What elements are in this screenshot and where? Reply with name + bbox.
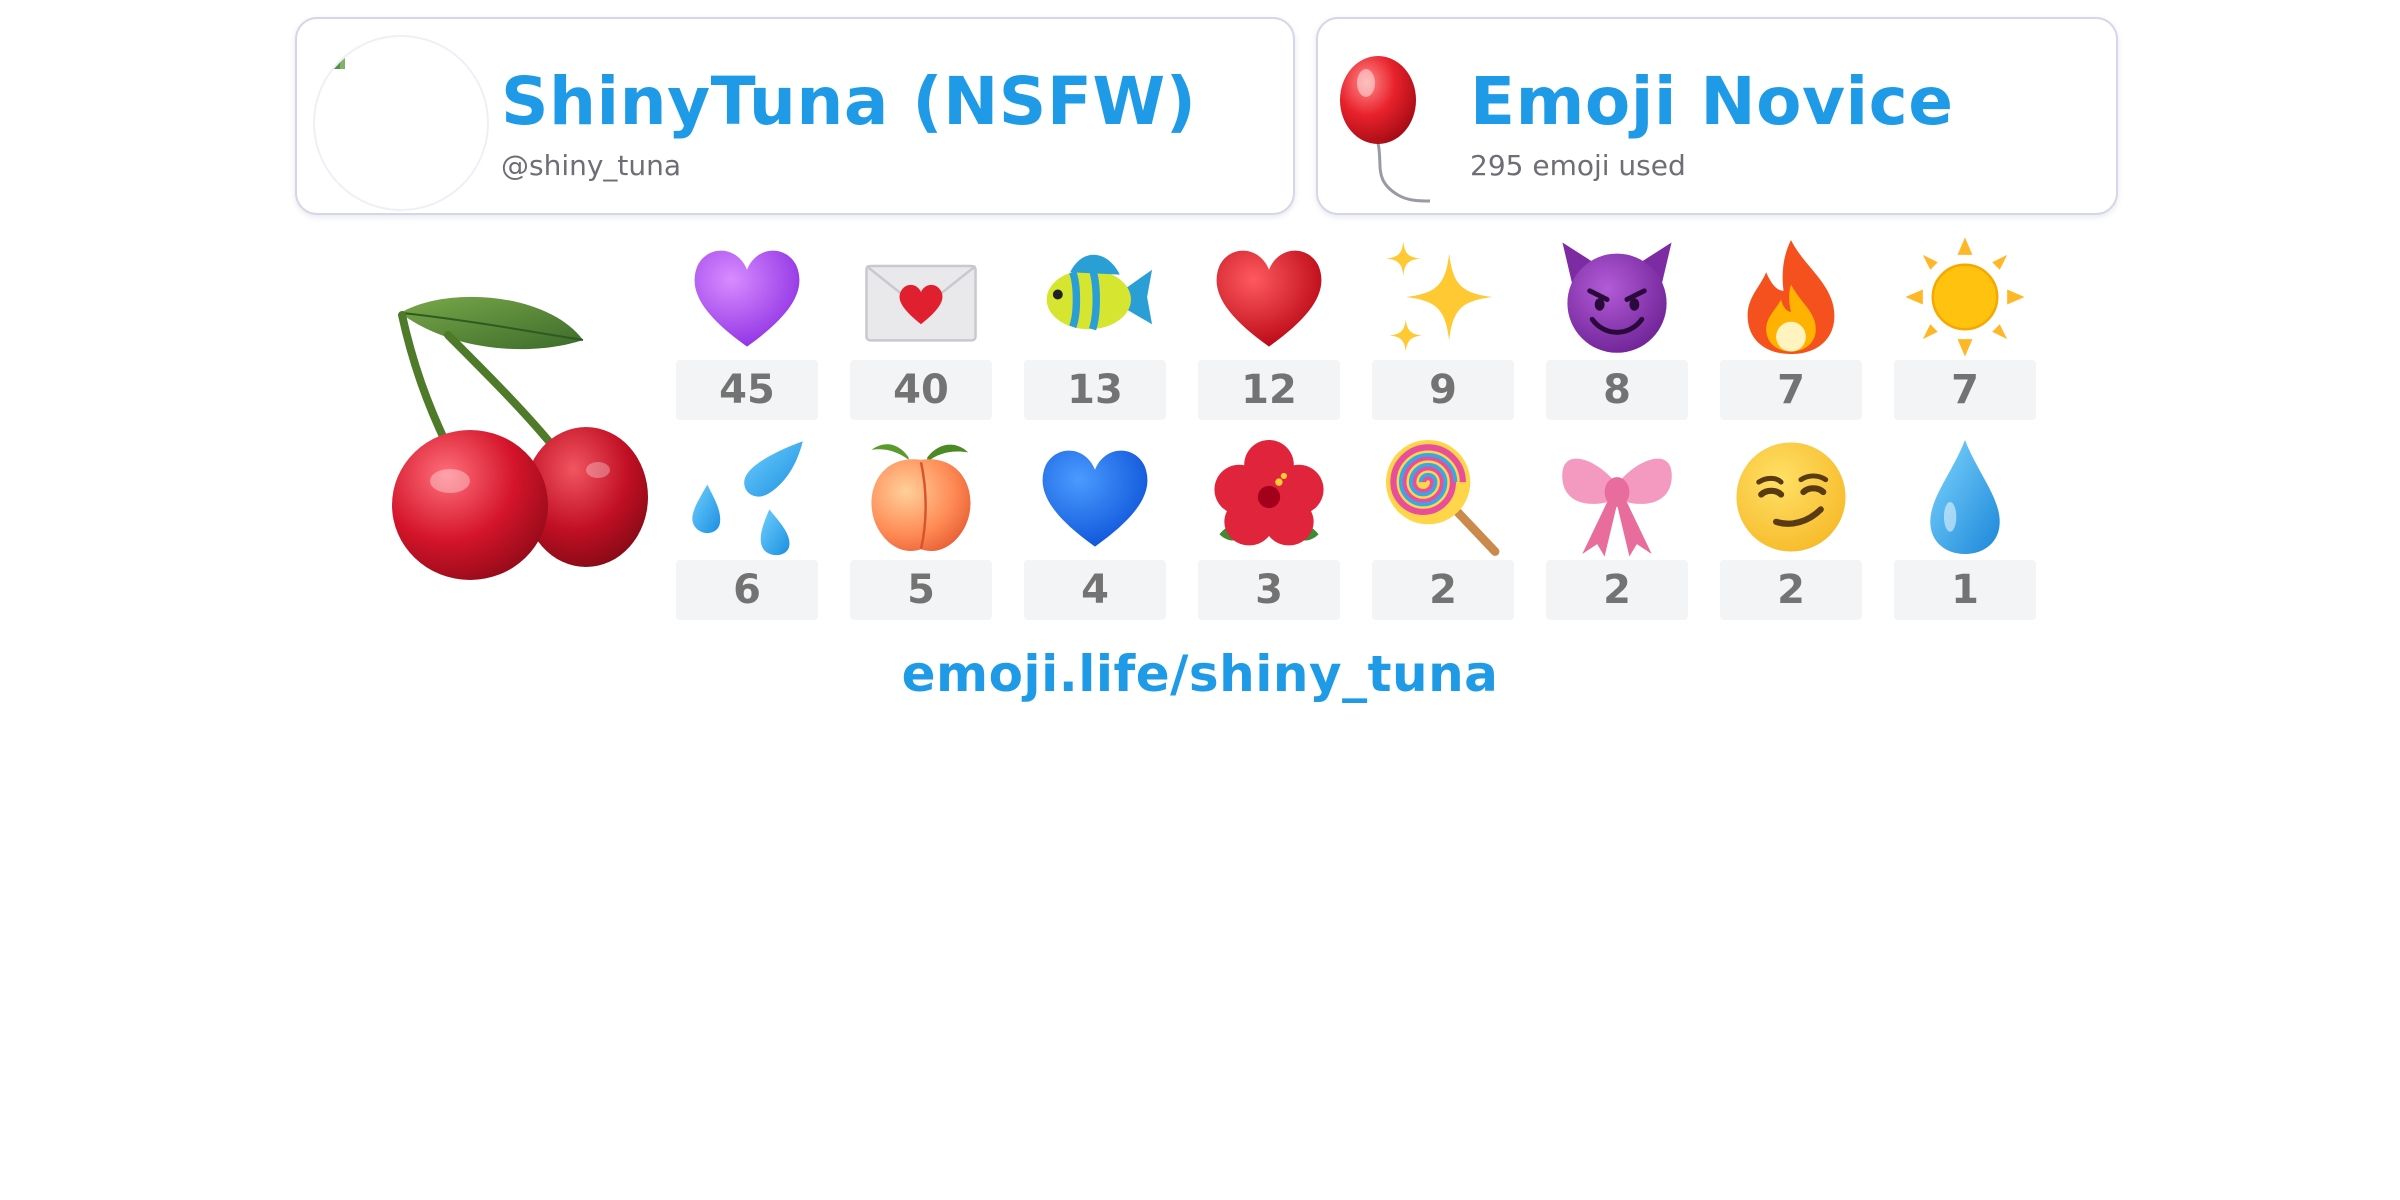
profile-card[interactable]: ShinyTuna (NSFW) @shiny_tuna [295,17,1295,215]
emoji-count: 12 [1198,360,1340,420]
hibiscus-icon [1214,439,1324,546]
rank-card[interactable]: Emoji Novice 295 emoji used [1316,17,2118,215]
emoji-count: 8 [1546,360,1688,420]
emoji-stat[interactable]: 7 [1894,232,2036,432]
page: ShinyTuna (NSFW) @shiny_tuna Emoji Novic… [0,0,2400,1200]
emoji-count: 2 [1372,560,1514,620]
emoji-count: 2 [1720,560,1862,620]
user-handle: @shiny_tuna [501,149,682,182]
purple-heart-icon [694,250,800,347]
emoji-count: 5 [850,560,992,620]
smiling-devil-icon [1562,242,1672,353]
sweat-droplets-icon [692,441,803,556]
emoji-count: 2 [1546,560,1688,620]
peach-icon [871,444,971,552]
emoji-count: 4 [1024,560,1166,620]
emoji-count: 45 [676,360,818,420]
sparkles-icon [1385,241,1493,352]
smirking-face-icon [1736,442,1846,552]
fire-icon [1747,239,1835,355]
emoji-count: 13 [1024,360,1166,420]
emoji-stats-grid: 45 40 13 12 9 8 7 7 6 5 4 3 2 2 2 1 [676,232,2036,632]
blue-heart-icon [1042,450,1148,547]
profile-link[interactable]: emoji.life/shiny_tuna [0,645,2400,703]
emoji-stat[interactable]: 45 [676,232,818,432]
emoji-stat[interactable]: 40 [850,232,992,432]
emoji-stat[interactable]: 4 [1024,432,1166,632]
ribbon-icon [1562,458,1672,557]
emoji-stat[interactable]: 6 [676,432,818,632]
emoji-count: 6 [676,560,818,620]
emoji-stat[interactable]: 5 [850,432,992,632]
emoji-count: 3 [1198,560,1340,620]
lollipop-icon [1385,439,1500,556]
cherries-icon [392,296,648,580]
emoji-count: 7 [1894,360,2036,420]
display-name: ShinyTuna (NSFW) [501,63,1197,140]
rank-title: Emoji Novice [1470,63,1954,140]
emoji-used-count: 295 emoji used [1470,149,1686,182]
emoji-stat[interactable]: 1 [1894,432,2036,632]
emoji-stat[interactable]: 9 [1372,232,1514,432]
emoji-stat[interactable]: 7 [1720,232,1862,432]
emoji-count: 9 [1372,360,1514,420]
emoji-count: 40 [850,360,992,420]
broken-image-icon [333,57,345,69]
emoji-stat[interactable]: 3 [1198,432,1340,632]
droplet-icon [1930,439,2000,555]
emoji-count: 1 [1894,560,2036,620]
sun-icon [1905,237,2025,357]
tropical-fish-icon [1046,254,1153,331]
love-letter-icon [865,264,977,342]
balloon-icon [1340,56,1431,203]
emoji-stat[interactable]: 13 [1024,232,1166,432]
avatar[interactable] [313,35,489,211]
emoji-stat[interactable]: 2 [1546,432,1688,632]
emoji-count: 7 [1720,360,1862,420]
red-heart-icon [1216,250,1322,347]
emoji-stat[interactable]: 2 [1372,432,1514,632]
emoji-stat[interactable]: 12 [1198,232,1340,432]
emoji-stat[interactable]: 8 [1546,232,1688,432]
emoji-stat[interactable]: 2 [1720,432,1862,632]
